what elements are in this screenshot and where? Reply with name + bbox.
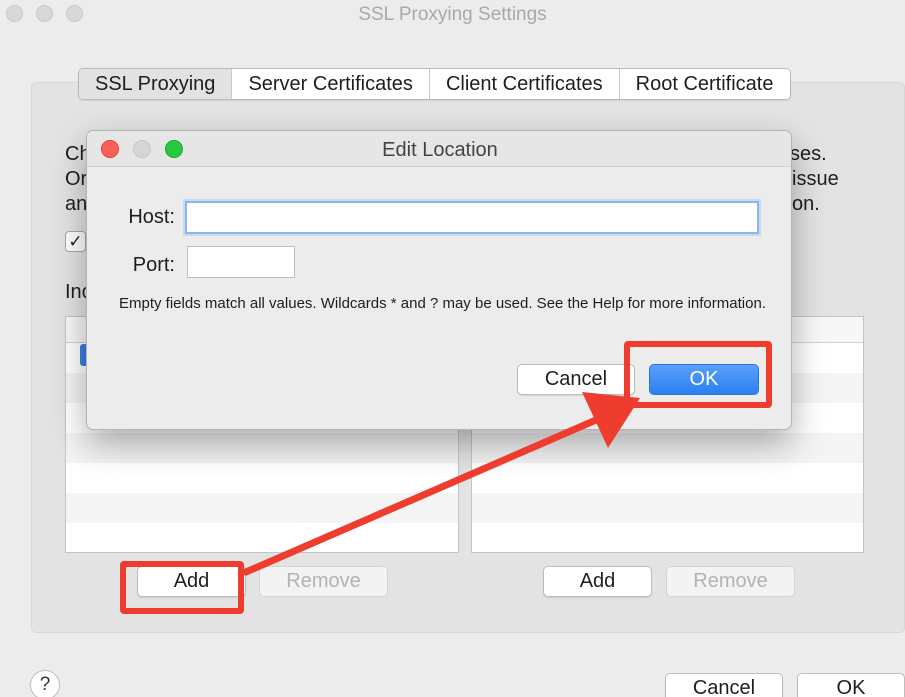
description-line1-end: ses. — [790, 143, 827, 165]
tab-ssl-proxying[interactable]: SSL Proxying — [79, 69, 233, 99]
table-row[interactable] — [472, 493, 863, 523]
host-label: Host: — [128, 206, 175, 228]
tab-server-certificates[interactable]: Server Certificates — [232, 69, 430, 99]
table-row[interactable] — [472, 463, 863, 493]
port-input[interactable] — [187, 246, 295, 278]
dialog-titlebar: Edit Location — [87, 131, 791, 167]
window-titlebar: SSL Proxying Settings — [0, 0, 905, 30]
include-remove-button[interactable]: Remove — [259, 566, 388, 597]
table-row[interactable] — [66, 433, 458, 463]
dialog-title: Edit Location — [382, 139, 498, 161]
ok-button-highlight — [624, 341, 772, 408]
window-cancel-button[interactable]: Cancel — [665, 673, 783, 697]
table-row[interactable] — [66, 463, 458, 493]
port-label: Port: — [132, 254, 175, 276]
host-input[interactable] — [185, 201, 759, 234]
settings-tab-bar: SSL Proxying Server Certificates Client … — [78, 68, 791, 100]
description-line3-start: an — [65, 193, 88, 215]
enable-ssl-proxying-checkbox[interactable]: ✓ — [65, 231, 86, 252]
help-button[interactable]: ? — [30, 670, 60, 697]
dialog-cancel-button[interactable]: Cancel — [517, 364, 635, 395]
window-ok-button[interactable]: OK — [797, 673, 905, 697]
tab-root-certificate[interactable]: Root Certificate — [619, 69, 790, 99]
add-button-highlight — [120, 561, 244, 614]
description-line3-end: on. — [792, 193, 820, 215]
exclude-remove-button[interactable]: Remove — [666, 566, 795, 597]
exclude-add-button[interactable]: Add — [543, 566, 652, 597]
dialog-info-text: Empty fields match all values. Wildcards… — [119, 295, 766, 312]
description-line2-end: issue — [792, 168, 839, 190]
table-row[interactable] — [66, 493, 458, 523]
table-row[interactable] — [472, 433, 863, 463]
tab-client-certificates[interactable]: Client Certificates — [429, 69, 620, 99]
description-line2-start: Or — [65, 168, 88, 190]
window-title: SSL Proxying Settings — [358, 4, 547, 25]
